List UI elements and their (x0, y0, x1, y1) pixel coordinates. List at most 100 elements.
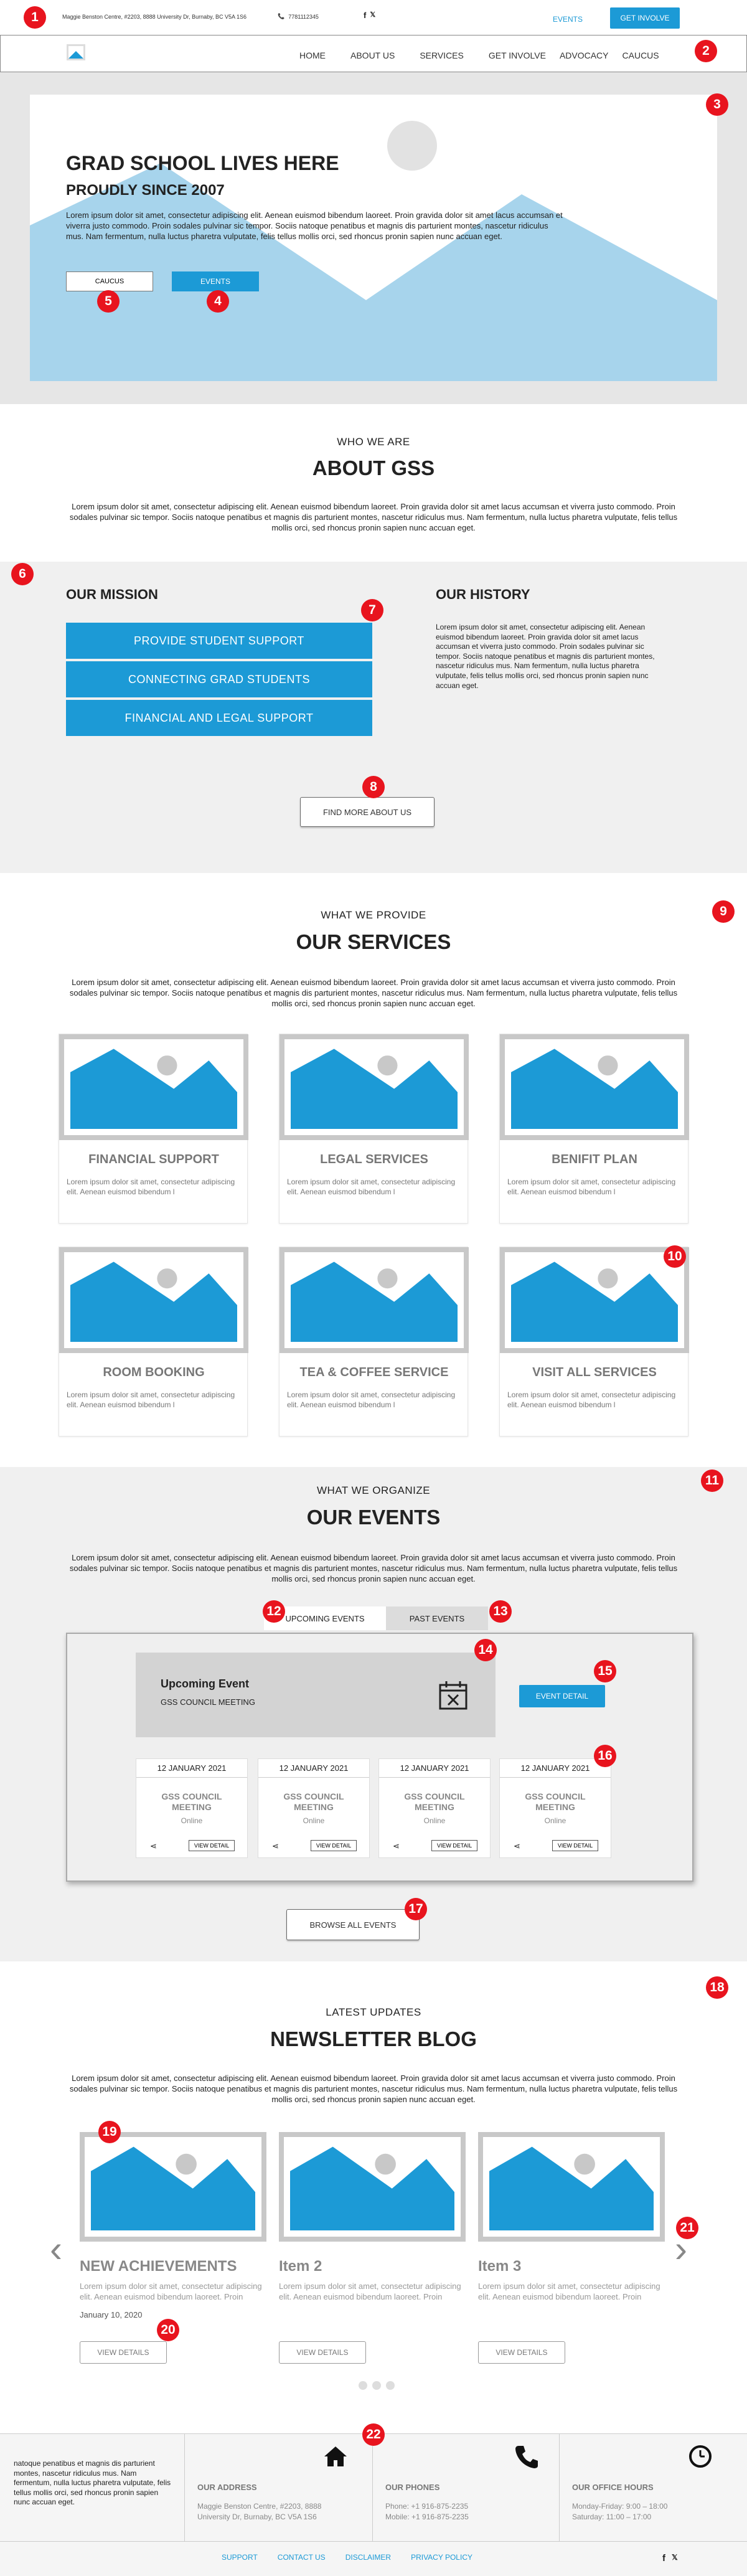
twitter-icon[interactable]: 𝕏 (672, 2553, 678, 2564)
service-card[interactable]: LEGAL SERVICES Lorem ipsum dolor sit amet… (279, 1034, 469, 1224)
marker-16: 16 (594, 1745, 616, 1767)
events-text: Lorem ipsum dolor sit amet, consectetur … (69, 1553, 678, 1583)
nav-item-home[interactable]: HOME (299, 44, 326, 60)
mission-connecting-button[interactable]: CONNECTING GRAD STUDENTS (66, 661, 372, 697)
footer-link-disclaimer[interactable]: DISCLAIMER (345, 2553, 391, 2562)
logo-icon[interactable] (67, 44, 85, 60)
event-card-name: GSS COUNCIL MEETING (161, 1791, 222, 1812)
marker-21: 21 (676, 2217, 698, 2239)
top-events-link[interactable]: EVENTS (553, 15, 583, 24)
carousel-dot[interactable] (359, 2381, 367, 2390)
marker-6: 6 (11, 563, 34, 585)
blog-card[interactable]: NEW ACHIEVEMENTS Lorem ipsum dolor sit am… (80, 2132, 266, 2331)
event-detail-button[interactable]: EVENT DETAIL (519, 1685, 605, 1707)
caucus-button[interactable]: CAUCUS (66, 271, 153, 291)
about-text: Lorem ipsum dolor sit amet, consectetur … (69, 502, 678, 532)
share-icon[interactable]: ⋖ (272, 1841, 279, 1851)
twitter-icon[interactable]: 𝕏 (370, 11, 375, 20)
marker-9: 9 (712, 900, 735, 923)
marker-22: 22 (362, 2423, 385, 2446)
event-card: 12 JANUARY 2021 GSS COUNCIL MEETING Online… (499, 1758, 611, 1858)
marker-17: 17 (405, 1898, 427, 1920)
marker-3: 3 (706, 93, 728, 116)
service-card[interactable]: FINANCIAL SUPPORT Lorem ipsum dolor sit a… (59, 1034, 248, 1224)
social-links: f 𝕏 (364, 11, 375, 20)
share-icon[interactable]: ⋖ (393, 1841, 400, 1851)
service-card[interactable]: TEA & COFFEE SERVICE Lorem ipsum dolor si… (279, 1247, 469, 1437)
nav-item-about[interactable]: ABOUT US (350, 44, 395, 60)
view-detail-button[interactable]: VIEW DETAIL (189, 1840, 235, 1851)
image-placeholder-icon (59, 1034, 248, 1140)
carousel-dots (359, 2381, 395, 2390)
service-card-title: BENIFIT PLAN (552, 1153, 637, 1166)
main-nav: HOME ABOUT US SERVICES GET INVOLVE ADVOC… (0, 35, 747, 72)
blog-card[interactable]: Item 3 Lorem ipsum dolor sit amet, consec… (478, 2132, 665, 2331)
footer-phone-2: Mobile: +1 916-875-2235 (385, 2512, 469, 2521)
events-kicker: WHAT WE ORGANIZE (316, 1484, 431, 1496)
view-details-button[interactable]: VIEW DETAILS (80, 2341, 167, 2364)
facebook-icon[interactable]: f (662, 2553, 665, 2564)
blog-card[interactable]: Item 2 Lorem ipsum dolor sit amet, consec… (279, 2132, 466, 2331)
service-card[interactable]: BENIFIT PLAN Lorem ipsum dolor sit amet, … (499, 1034, 689, 1224)
carousel-dot[interactable] (372, 2381, 381, 2390)
event-card: 12 JANUARY 2021 GSS COUNCIL MEETING Online… (258, 1758, 370, 1858)
view-detail-button[interactable]: VIEW DETAIL (311, 1840, 357, 1851)
upcoming-event-box: Upcoming Event GSS COUNCIL MEETING (136, 1653, 496, 1737)
service-card-text: Lorem ipsum dolor sit amet, consectetur … (507, 1177, 676, 1196)
marker-13: 13 (489, 1600, 512, 1623)
view-details-button[interactable]: VIEW DETAILS (279, 2341, 366, 2364)
find-more-button[interactable]: FIND MORE ABOUT US (300, 797, 435, 827)
blog-card-title: Item 2 (279, 2258, 322, 2275)
phone-icon: 📞 (278, 13, 285, 19)
event-card-mode: Online (181, 1816, 203, 1825)
footer-hours-2: Saturday: 11:00 – 17:00 (572, 2512, 652, 2521)
mission-title: OUR MISSION (66, 587, 158, 602)
image-placeholder-icon (279, 2132, 466, 2242)
upcoming-event-title: Upcoming Event (161, 1677, 250, 1690)
marker-15: 15 (594, 1660, 616, 1682)
service-card[interactable]: ROOM BOOKING Lorem ipsum dolor sit amet, … (59, 1247, 248, 1437)
image-placeholder-icon (59, 1247, 248, 1353)
carousel-prev-icon[interactable]: ‹ (50, 2230, 62, 2268)
hero-text: Lorem ipsum dolor sit amet, consectetur … (66, 210, 563, 241)
services-text: Lorem ipsum dolor sit amet, consectetur … (69, 978, 678, 1008)
blog-text: Lorem ipsum dolor sit amet, consectetur … (69, 2074, 678, 2104)
footer-intro: natoque penatibus et magnis dis parturie… (14, 2459, 171, 2507)
tab-past-events[interactable]: PAST EVENTS (386, 1606, 488, 1630)
mission-student-support-button[interactable]: PROVIDE STUDENT SUPPORT (66, 623, 372, 659)
footer-link-contact[interactable]: CONTACT US (278, 2553, 326, 2562)
hero-title: GRAD SCHOOL LIVES HERE (66, 152, 339, 174)
view-detail-button[interactable]: VIEW DETAIL (431, 1840, 477, 1851)
facebook-icon[interactable]: f (364, 11, 366, 20)
services-kicker: WHAT WE PROVIDE (321, 909, 426, 921)
footer-address: Maggie Benston Centre, #2203, 8888 Unive… (197, 2502, 322, 2521)
view-detail-button[interactable]: VIEW DETAIL (552, 1840, 598, 1851)
event-card-date: 12 JANUARY 2021 (379, 1759, 490, 1778)
carousel-dot[interactable] (386, 2381, 395, 2390)
nav-item-caucus[interactable]: CAUCUS (622, 44, 659, 60)
history-text: Lorem ipsum dolor sit amet, consectetur … (436, 623, 655, 690)
event-card-mode: Online (544, 1816, 566, 1825)
nav-item-services[interactable]: SERVICES (420, 44, 464, 60)
share-icon[interactable]: ⋖ (514, 1841, 520, 1851)
events-button[interactable]: EVENTS (172, 271, 259, 291)
event-card-name: GSS COUNCIL MEETING (283, 1791, 344, 1812)
marker-14: 14 (474, 1639, 497, 1661)
view-details-button[interactable]: VIEW DETAILS (478, 2341, 565, 2364)
browse-all-events-button[interactable]: BROWSE ALL EVENTS (286, 1909, 420, 1940)
home-icon (324, 2446, 347, 2466)
nav-item-advocacy[interactable]: ADVOCACY (560, 44, 609, 60)
nav-item-get-involve[interactable]: GET INVOLVE (489, 44, 546, 60)
top-phone: 📞 7781112345 (278, 13, 319, 20)
footer-phones-title: OUR PHONES (385, 2483, 440, 2492)
about-title: ABOUT GSS (312, 456, 435, 479)
hero-subtitle: PROUDLY SINCE 2007 (66, 182, 225, 199)
service-card[interactable]: VISIT ALL SERVICES Lorem ipsum dolor sit … (499, 1247, 689, 1437)
footer-link-support[interactable]: SUPPORT (222, 2553, 258, 2562)
blog-kicker: LATEST UPDATES (326, 2006, 421, 2018)
share-icon[interactable]: ⋖ (150, 1841, 157, 1851)
footer-link-privacy[interactable]: PRIVACY POLICY (411, 2553, 472, 2562)
mission-financial-legal-button[interactable]: FINANCIAL AND LEGAL SUPPORT (66, 700, 372, 736)
get-involved-button[interactable]: GET INVOLVE (610, 7, 680, 29)
top-address: Maggie Benston Centre, #2203, 8888 Unive… (62, 14, 247, 20)
